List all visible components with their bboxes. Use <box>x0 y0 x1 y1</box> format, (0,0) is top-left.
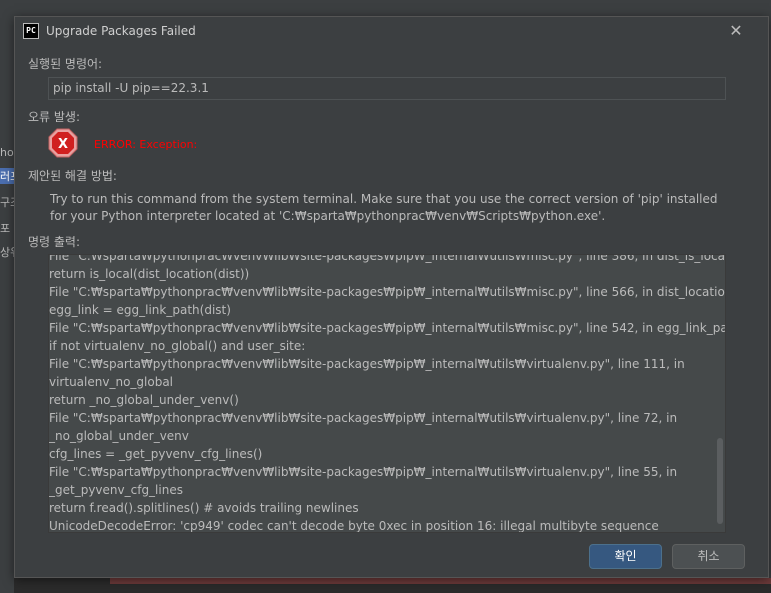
output-line: File "C:₩sparta₩pythonprac₩venv₩lib₩site… <box>49 357 685 371</box>
suggested-solution-text: Try to run this command from the system … <box>50 192 718 223</box>
dialog-titlebar: PC Upgrade Packages Failed ✕ <box>15 17 768 47</box>
sidebar-item-1[interactable]: 러프 <box>0 168 14 184</box>
ide-background-error-bar <box>110 578 771 584</box>
upgrade-failed-dialog: PC Upgrade Packages Failed ✕ 실행된 명령어: pi… <box>14 16 769 578</box>
output-line: if not virtualenv_no_global() and user_s… <box>49 339 306 353</box>
output-line: cfg_lines = _get_pyvenv_cfg_lines() <box>49 447 263 461</box>
close-icon[interactable]: ✕ <box>728 21 744 41</box>
output-line: UnicodeDecodeError: 'cp949' codec can't … <box>49 519 659 533</box>
ide-background-sidebar: hon 러프 구조 포 상위 <box>0 0 14 593</box>
output-line: _get_pyvenv_cfg_lines <box>49 483 183 497</box>
command-field[interactable]: pip install -U pip==22.3.1 <box>48 77 726 100</box>
error-occurred-label: 오류 발생: <box>28 110 81 124</box>
cancel-button[interactable]: 취소 <box>672 544 745 569</box>
output-line: return is_local(dist_location(dist)) <box>49 267 250 281</box>
output-line: File "C:₩sparta₩pythonprac₩venv₩lib₩site… <box>49 465 678 479</box>
executed-command-label: 실행된 명령어: <box>28 57 103 71</box>
output-lines: File "C:₩sparta₩pythonprac₩venv₩lib₩site… <box>49 254 726 533</box>
output-scrollbar-thumb[interactable] <box>717 438 723 524</box>
output-line: File "C:₩sparta₩pythonprac₩venv₩lib₩site… <box>49 285 726 299</box>
suggested-solution-label: 제안된 해결 방법: <box>28 169 117 183</box>
pycharm-icon: PC <box>23 23 39 39</box>
output-line: File "C:₩sparta₩pythonprac₩venv₩lib₩site… <box>49 321 726 335</box>
output-line: return _no_global_under_venv() <box>49 393 239 407</box>
sidebar-item-4[interactable]: 상위 <box>0 244 14 260</box>
error-x-icon: X <box>48 128 78 158</box>
sidebar-item-3[interactable]: 포 <box>0 220 14 236</box>
command-output-label: 명령 출력: <box>28 235 81 249</box>
output-line: File "C:₩sparta₩pythonprac₩venv₩lib₩site… <box>49 254 726 263</box>
sidebar-item-0[interactable]: hon <box>0 146 14 159</box>
dialog-title: Upgrade Packages Failed <box>46 24 196 38</box>
error-message: ERROR: Exception: <box>94 138 198 151</box>
output-line: File "C:₩sparta₩pythonprac₩venv₩lib₩site… <box>49 411 678 425</box>
sidebar-item-2[interactable]: 구조 <box>0 194 14 210</box>
output-line: _no_global_under_venv <box>49 429 189 443</box>
command-output-area[interactable]: File "C:₩sparta₩pythonprac₩venv₩lib₩site… <box>48 254 726 533</box>
output-line: egg_link = egg_link_path(dist) <box>49 303 231 317</box>
output-scrollbar[interactable] <box>715 255 725 532</box>
output-line: return f.read().splitlines() # avoids tr… <box>49 501 359 515</box>
ok-button[interactable]: 확인 <box>589 544 662 569</box>
svg-text:X: X <box>58 137 68 152</box>
output-line: virtualenv_no_global <box>49 375 174 389</box>
